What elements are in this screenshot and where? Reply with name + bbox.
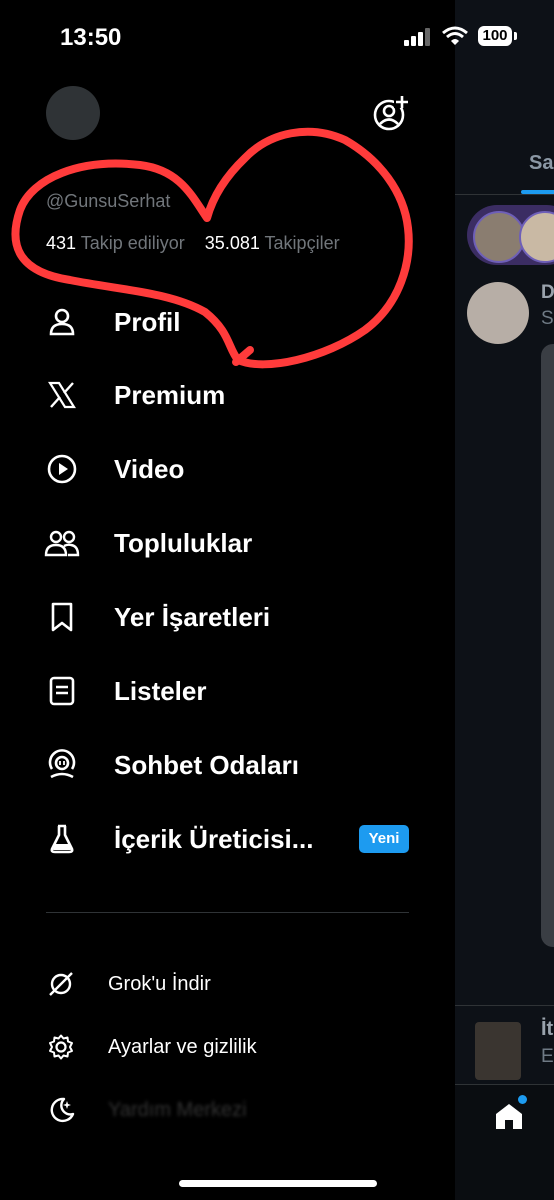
battery-icon: 100: [478, 26, 517, 46]
profile-handle[interactable]: @GunsuSerhat: [46, 191, 170, 212]
menu-item-label: Listeler: [114, 675, 207, 706]
feed-tab: Sa: [529, 152, 554, 174]
gear-icon: [44, 1030, 78, 1064]
home-icon[interactable]: [493, 1100, 525, 1137]
side-drawer: @GunsuSerhat 431 Takip ediliyor 35.081 T…: [0, 0, 455, 1200]
x-logo-icon: [44, 377, 80, 413]
bookmark-icon: [44, 599, 80, 635]
menu-item-lists[interactable]: Listeler: [44, 666, 424, 716]
menu-item-video[interactable]: Video: [44, 444, 424, 494]
sub-item-settings[interactable]: Ayarlar ve gizlilik: [44, 1027, 424, 1067]
moon-icon: [44, 1093, 78, 1127]
menu-item-bookmarks[interactable]: Yer İşaretleri: [44, 592, 424, 642]
story-avatar: [473, 211, 525, 263]
menu-item-label: Sohbet Odaları: [114, 749, 299, 780]
signal-icon: [404, 28, 432, 51]
post-avatar: [475, 1022, 521, 1080]
spaces-icon: [44, 747, 80, 783]
background-feed: Sa D S İt E: [455, 0, 554, 1200]
list-icon: [44, 673, 80, 709]
following-link[interactable]: 431 Takip ediliyor: [46, 233, 185, 253]
post-author: D: [541, 282, 554, 303]
wifi-icon: [442, 26, 468, 51]
follow-stats: 431 Takip ediliyor 35.081 Takipçiler: [46, 233, 340, 254]
menu-item-communities[interactable]: Topluluklar: [44, 518, 424, 568]
followers-link[interactable]: 35.081 Takipçiler: [205, 233, 340, 253]
person-icon: [44, 304, 80, 340]
menu-item-label: Yer İşaretleri: [114, 601, 271, 632]
notification-dot: [518, 1095, 527, 1104]
sub-item-label: Grok'u İndir: [108, 972, 211, 995]
status-bar: 13:50 100: [0, 0, 554, 70]
new-badge: Yeni: [359, 825, 409, 853]
menu-item-label: Video: [114, 453, 185, 484]
post-text: S: [541, 308, 554, 329]
menu-item-label: Profil: [114, 306, 181, 337]
sub-item-label: Yardım Merkezi: [108, 1098, 247, 1121]
following-label: Takip ediliyor: [80, 233, 185, 253]
following-count: 431: [46, 233, 77, 253]
grok-icon: [44, 967, 78, 1001]
followers-count: 35.081: [204, 233, 260, 253]
post-image: [541, 344, 554, 947]
sub-item-grok[interactable]: Grok'u İndir: [44, 964, 424, 1004]
menu-item-profile[interactable]: Profil: [44, 297, 424, 347]
play-icon: [44, 451, 80, 487]
post-text: E: [541, 1046, 554, 1067]
divider: [455, 194, 554, 195]
flask-icon: [44, 821, 80, 857]
post-avatar: [467, 282, 529, 344]
home-indicator: [179, 1180, 377, 1187]
sub-item-label: Ayarlar ve gizlilik: [108, 1035, 257, 1058]
menu-item-spaces[interactable]: Sohbet Odaları: [44, 740, 424, 790]
menu-item-label: Topluluklar: [114, 527, 253, 558]
avatar[interactable]: [46, 86, 100, 140]
menu-item-label: İçerik Üreticisi...: [114, 823, 314, 854]
post-author: İt: [541, 1018, 554, 1040]
menu-item-premium[interactable]: Premium: [44, 370, 424, 420]
people-icon: [44, 525, 80, 561]
sub-item-help[interactable]: Yardım Merkezi: [44, 1090, 424, 1130]
divider: [46, 912, 409, 913]
status-time: 13:50: [60, 24, 122, 51]
menu-item-label: Premium: [114, 379, 226, 410]
divider: [455, 1005, 554, 1006]
followers-label: Takipçiler: [264, 233, 340, 253]
add-account-icon[interactable]: [372, 94, 410, 137]
